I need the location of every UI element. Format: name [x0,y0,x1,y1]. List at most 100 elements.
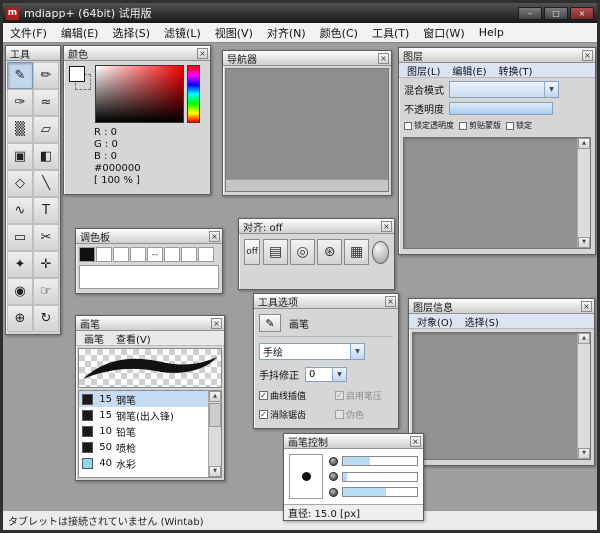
menu-item[interactable]: 视图(V) [208,23,260,42]
brush-control-close-button[interactable]: × [410,436,421,447]
layer-info-scrollbar[interactable]: ▲ ▼ [577,333,590,459]
slider-knob-icon[interactable] [329,457,338,466]
palette-cell[interactable] [130,247,146,262]
menu-item[interactable]: Help [472,23,511,42]
title-bar[interactable]: m mdiapp+ (64bit) 试用版 – □ × [3,3,597,23]
navigator-preview[interactable] [225,68,389,192]
tool-option-checkbox[interactable]: ✓ 启用笔压 [335,389,393,402]
scroll-up-icon[interactable]: ▲ [578,138,590,149]
slider-knob-icon[interactable] [329,488,338,497]
layer-lock-checkbox[interactable]: 剪贴蒙版 [459,120,501,131]
saturation-value-picker[interactable] [95,65,184,123]
layers-list[interactable]: ▲ ▼ [403,137,591,249]
minimize-button[interactable]: – [518,7,542,20]
snap-concentric-icon[interactable]: ◎ [290,239,315,265]
airbrush-tool[interactable]: ▒ [7,116,33,143]
text-tool[interactable]: T [33,197,59,224]
slider-track[interactable] [342,472,418,482]
layer-info-close-button[interactable]: × [581,301,592,312]
curve-tool[interactable]: ∿ [7,197,33,224]
layer-info-list[interactable]: ▲ ▼ [412,332,591,460]
move-tool[interactable]: ✛ [33,251,59,278]
palette-cell[interactable] [113,247,129,262]
scroll-up-icon[interactable]: ▲ [578,333,590,344]
snap-off-button[interactable]: off [244,239,260,265]
palette-grid[interactable] [79,265,219,289]
slider-track[interactable] [342,487,418,497]
foreground-color-swatch[interactable] [69,66,85,82]
scroll-up-icon[interactable]: ▲ [209,391,221,402]
snap-grid-icon[interactable]: ▦ [344,239,369,265]
navigator-zoom-strip[interactable] [226,179,388,191]
hue-slider[interactable] [187,65,200,123]
menu-item[interactable]: 窗口(W) [416,23,471,42]
line-tool[interactable]: ╲ [33,170,59,197]
layer-info-menu-item[interactable]: 选择(S) [459,314,505,329]
palette-cell[interactable] [96,247,112,262]
tool-option-checkbox[interactable]: ✓ 消除锯齿 [259,408,335,421]
magic-wand-tool[interactable]: ✦ [7,251,33,278]
palette-close-button[interactable]: × [209,231,220,242]
select-rect-tool[interactable]: ▭ [7,224,33,251]
navigator-titlebar[interactable]: 导航器 × [223,51,391,66]
scrollbar-track[interactable] [578,344,590,448]
maximize-button[interactable]: □ [544,7,568,20]
brush-param-slider[interactable] [329,486,418,498]
stroke-mode-select[interactable]: 手绘 ▼ [259,343,365,360]
close-button[interactable]: × [570,7,594,20]
palette-cell[interactable]: -- [147,247,163,262]
brush-item[interactable]: 15 钢笔(出入锋) [79,407,208,423]
tool-options-close-button[interactable]: × [385,296,396,307]
brush-control-titlebar[interactable]: 画笔控制 × [284,434,423,449]
pen-tool[interactable]: ✎ [7,62,33,89]
menu-item[interactable]: 对齐(N) [260,23,313,42]
snap-titlebar[interactable]: 对齐: off × [239,219,394,234]
layer-info-titlebar[interactable]: 图层信息 × [409,299,594,314]
menu-item[interactable]: 工具(T) [365,23,416,42]
tool-options-titlebar[interactable]: 工具选项 × [254,294,398,309]
gradient-tool[interactable]: ◧ [33,143,59,170]
brush-param-slider[interactable] [329,455,418,467]
eraser-tool[interactable]: ▱ [33,116,59,143]
layer-lock-checkbox[interactable]: 锁定透明度 [404,120,454,131]
slider-track[interactable] [342,456,418,466]
brush-item[interactable]: 10 铅笔 [79,423,208,439]
brush-item[interactable]: 50 喷枪 [79,439,208,455]
layers-close-button[interactable]: × [582,50,593,61]
menu-item[interactable]: 颜色(C) [313,23,365,42]
scrollbar-thumb[interactable] [209,403,221,427]
tools-panel-titlebar[interactable]: 工具 [6,46,60,61]
layers-menu-item[interactable]: 编辑(E) [446,63,492,78]
correction-select[interactable]: 0 ▼ [305,367,347,382]
slider-knob-icon[interactable] [329,472,338,481]
palette-cell[interactable] [79,247,95,262]
layer-info-menu-item[interactable]: 对象(O) [411,314,459,329]
snap-close-button[interactable]: × [381,221,392,232]
zoom-tool[interactable]: ⊕ [7,305,33,332]
brush-scrollbar[interactable]: ▲ ▼ [208,391,221,477]
brush-param-slider[interactable] [329,471,418,483]
brush-item[interactable]: 15 钢笔 [79,391,208,407]
menu-item[interactable]: 滤镜(L) [157,23,208,42]
color-panel-titlebar[interactable]: 颜色 × [64,46,210,61]
eyedropper-tool[interactable]: ◉ [7,278,33,305]
menu-item[interactable]: 文件(F) [3,23,54,42]
scroll-down-icon[interactable]: ▼ [209,466,221,477]
palette-cell[interactable] [181,247,197,262]
palette-titlebar[interactable]: 调色板 × [76,229,222,244]
layer-lock-checkbox[interactable]: 锁定 [506,120,532,131]
brush-titlebar[interactable]: 画笔 × [76,316,224,331]
layers-menu-item[interactable]: 图层(L) [401,63,446,78]
navigator-close-button[interactable]: × [378,53,389,64]
fill-tool[interactable]: ▣ [7,143,33,170]
snap-parallel-icon[interactable]: ▤ [263,239,288,265]
brush-tool-tab[interactable]: ✎ [259,314,281,332]
hand-tool[interactable]: ☞ [33,278,59,305]
brush-tool[interactable]: ✑ [7,89,33,116]
tool-option-checkbox[interactable]: ✓ 曲线插值 [259,389,335,402]
scroll-down-icon[interactable]: ▼ [578,237,590,248]
snap-dial[interactable] [372,241,389,264]
brush-menu-item[interactable]: 画笔 [78,331,110,346]
palette-cell[interactable] [164,247,180,262]
menu-item[interactable]: 选择(S) [105,23,157,42]
